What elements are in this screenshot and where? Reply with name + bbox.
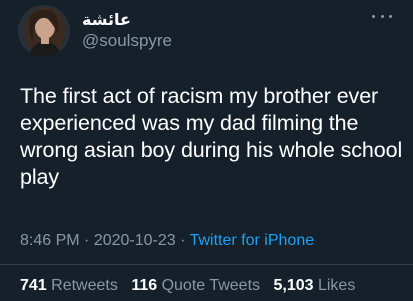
likes-label: Likes xyxy=(317,277,356,294)
tweet-time[interactable]: 8:46 PM xyxy=(20,232,80,249)
tweet-text: The first act of racism my brother ever … xyxy=(20,84,403,189)
dot-icon xyxy=(372,14,375,18)
retweets-count: 741 xyxy=(20,277,47,294)
dot-icon xyxy=(389,14,392,18)
quote-tweets-count: 116 xyxy=(131,277,158,294)
quote-tweets-stat[interactable]: 116 Quote Tweets xyxy=(131,277,264,294)
likes-count: 5,103 xyxy=(273,277,314,294)
user-handle[interactable]: @soulspyre xyxy=(82,31,172,51)
divider xyxy=(0,264,413,265)
dot-icon xyxy=(380,14,384,18)
display-name[interactable]: عائشة xyxy=(82,10,131,29)
avatar[interactable] xyxy=(18,5,70,57)
likes-stat[interactable]: 5,103 Likes xyxy=(273,277,355,294)
tweet-source-link[interactable]: Twitter for iPhone xyxy=(190,232,315,249)
tweet-meta: 8:46 PM · 2020-10-23 · Twitter for iPhon… xyxy=(20,232,314,250)
more-options-icon[interactable] xyxy=(372,8,392,24)
tweet-card: عائشة @soulspyre The first act of racism… xyxy=(0,0,413,301)
tweet-date[interactable]: 2020-10-23 xyxy=(94,232,176,249)
retweets-label: Retweets xyxy=(51,277,118,294)
tweet-stats: 741 Retweets 116 Quote Tweets 5,103 Like… xyxy=(20,277,364,295)
profile-photo-icon xyxy=(18,5,70,57)
quote-tweets-label: Quote Tweets xyxy=(161,277,261,294)
meta-separator: · xyxy=(180,232,186,249)
retweets-stat[interactable]: 741 Retweets xyxy=(20,277,122,294)
meta-separator: · xyxy=(84,232,90,249)
